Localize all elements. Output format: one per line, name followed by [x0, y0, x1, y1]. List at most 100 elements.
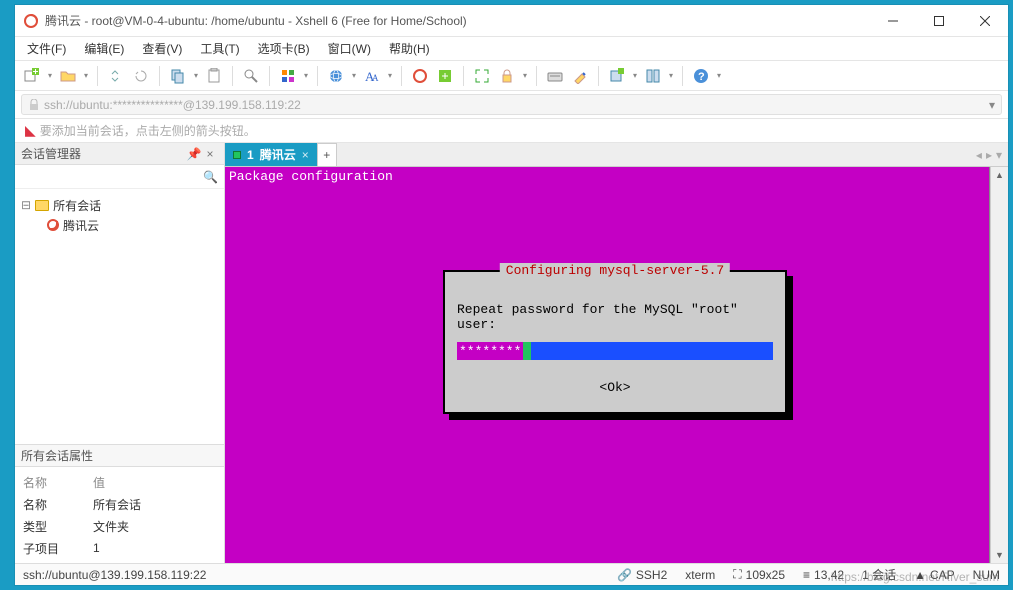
chevron-down-icon[interactable]: ▾ [46, 71, 54, 80]
maximize-button[interactable] [916, 6, 962, 36]
status-proto: 🔗 SSH2 [617, 568, 667, 582]
ok-button[interactable]: <Ok> [451, 380, 779, 395]
new-tab-icon[interactable] [606, 65, 628, 87]
tab-close-icon[interactable]: × [302, 148, 309, 162]
chevron-down-icon[interactable]: ▾ [631, 71, 639, 80]
session-tree[interactable]: ⊟ 所有会话 腾讯云 [15, 189, 224, 444]
tab-nav: ◂ ▸ ▾ [976, 143, 1008, 166]
password-field[interactable]: ******** [457, 342, 773, 360]
address-input[interactable]: ssh://ubuntu:***************@139.199.158… [21, 94, 1002, 115]
status-conn: ssh://ubuntu@139.199.158.119:22 [23, 568, 206, 582]
chevron-down-icon[interactable]: ▾ [667, 71, 675, 80]
lock-icon[interactable] [496, 65, 518, 87]
session-manager-header: 会话管理器 📌 × [15, 143, 224, 165]
menu-file[interactable]: 文件(F) [21, 38, 72, 59]
terminal-scrollbar[interactable]: ▲ ▼ [990, 167, 1008, 563]
dialog-title: Configuring mysql-server-5.7 [500, 263, 730, 278]
help-icon[interactable]: ? [690, 65, 712, 87]
separator [97, 66, 98, 86]
props-header-row: 名称 值 [23, 471, 216, 493]
chevron-down-icon[interactable]: ▾ [302, 71, 310, 80]
separator [682, 66, 683, 86]
highlight-icon[interactable] [569, 65, 591, 87]
prop-value: 所有会话 [93, 496, 141, 513]
close-button[interactable] [962, 6, 1008, 36]
mysql-config-dialog: Configuring mysql-server-5.7 Repeat pass… [443, 270, 787, 414]
tree-root[interactable]: ⊟ 所有会话 [21, 195, 218, 215]
content: 1 腾讯云 × + ◂ ▸ ▾ Package configuration Co… [225, 143, 1008, 563]
tab-menu-icon[interactable]: ▾ [996, 148, 1002, 162]
collapse-icon[interactable]: ⊟ [21, 198, 31, 212]
minimize-button[interactable] [870, 6, 916, 36]
terminal-wrap: Package configuration Configuring mysql-… [225, 167, 1008, 563]
font-icon[interactable]: AA [361, 65, 383, 87]
svg-text:A: A [372, 73, 379, 83]
paste-icon[interactable] [203, 65, 225, 87]
globe-icon[interactable] [325, 65, 347, 87]
open-session-icon[interactable] [57, 65, 79, 87]
prop-key: 名称 [23, 496, 93, 513]
scroll-up-icon[interactable]: ▲ [991, 167, 1008, 183]
separator [317, 66, 318, 86]
link-icon: 🔗 [617, 568, 632, 582]
terminal[interactable]: Package configuration Configuring mysql-… [225, 167, 990, 563]
tab-prev-icon[interactable]: ◂ [976, 148, 982, 162]
window-title: 腾讯云 - root@VM-0-4-ubuntu: /home/ubuntu -… [45, 12, 870, 29]
window-controls [870, 6, 1008, 36]
password-value: ******** [457, 342, 523, 360]
address-url: ssh://ubuntu:***************@139.199.158… [44, 98, 301, 112]
reconnect-icon[interactable] [105, 65, 127, 87]
keyboard-icon[interactable] [544, 65, 566, 87]
menu-window[interactable]: 窗口(W) [322, 38, 377, 59]
session-icon [47, 219, 59, 231]
menu-tab[interactable]: 选项卡(B) [252, 38, 316, 59]
menu-edit[interactable]: 编辑(E) [78, 38, 130, 59]
menu-view[interactable]: 查看(V) [136, 38, 188, 59]
status-caps: ▲ CAP [914, 568, 955, 582]
app-window: 腾讯云 - root@VM-0-4-ubuntu: /home/ubuntu -… [14, 4, 1009, 586]
chevron-down-icon[interactable]: ▾ [989, 98, 995, 112]
tab-next-icon[interactable]: ▸ [986, 148, 992, 162]
pin-icon[interactable]: 📌 [186, 147, 202, 161]
xshell-icon[interactable] [409, 65, 431, 87]
copy-icon[interactable] [167, 65, 189, 87]
menu-help[interactable]: 帮助(H) [383, 38, 436, 59]
bookmark-icon[interactable]: ◣ [25, 122, 36, 139]
chevron-down-icon[interactable]: ▾ [521, 71, 529, 80]
session-search[interactable]: 🔍 [15, 165, 224, 189]
tree-root-label: 所有会话 [53, 197, 101, 214]
tile-icon[interactable] [642, 65, 664, 87]
separator [232, 66, 233, 86]
chevron-down-icon[interactable]: ▾ [715, 71, 723, 80]
new-session-icon[interactable] [21, 65, 43, 87]
find-icon[interactable] [240, 65, 262, 87]
xftp-icon[interactable] [434, 65, 456, 87]
panel-close-icon[interactable]: × [202, 147, 218, 161]
tree-item[interactable]: 腾讯云 [21, 215, 218, 235]
menu-tools[interactable]: 工具(T) [194, 38, 245, 59]
terminal-header: Package configuration [229, 169, 985, 184]
prop-key: 类型 [23, 518, 93, 535]
chevron-down-icon[interactable]: ▾ [350, 71, 358, 80]
scroll-down-icon[interactable]: ▼ [991, 547, 1008, 563]
fullscreen-icon[interactable] [471, 65, 493, 87]
props-title: 所有会话属性 [21, 447, 93, 464]
lock-icon [28, 99, 40, 111]
size-icon: ⛶ [733, 567, 741, 582]
status-dot-icon [233, 151, 241, 159]
separator [598, 66, 599, 86]
main: 会话管理器 📌 × 🔍 ⊟ 所有会话 腾讯云 [15, 143, 1008, 563]
tab-label: 腾讯云 [260, 146, 296, 163]
layout-icon[interactable] [277, 65, 299, 87]
tree-item-label: 腾讯云 [63, 217, 99, 234]
chevron-down-icon[interactable]: ▾ [82, 71, 90, 80]
props-col-value: 值 [93, 474, 105, 491]
chevron-down-icon[interactable]: ▾ [386, 71, 394, 80]
status-caps-label: CAP [930, 568, 955, 582]
disconnect-icon[interactable] [130, 65, 152, 87]
svg-text:?: ? [698, 71, 705, 83]
tab-active[interactable]: 1 腾讯云 × [225, 143, 317, 166]
chevron-down-icon[interactable]: ▾ [192, 71, 200, 80]
tab-add-button[interactable]: + [317, 143, 337, 166]
status-num: NUM [973, 568, 1000, 582]
